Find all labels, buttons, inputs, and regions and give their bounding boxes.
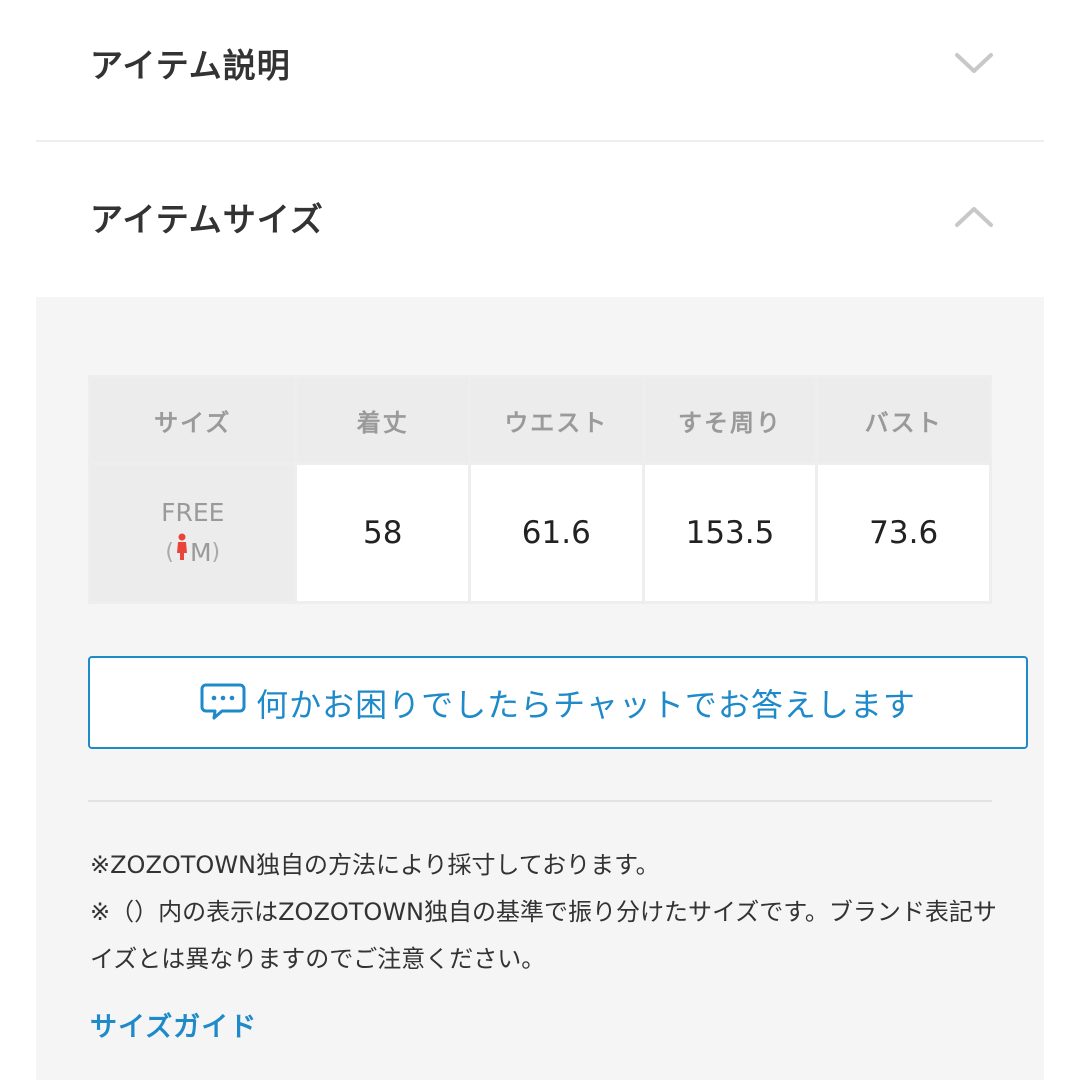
length-value: 58 bbox=[297, 465, 468, 601]
table-row: FREE ( M ) 58 61.6 153.5 73.6 bbox=[91, 465, 989, 601]
size-cell: FREE ( M ) bbox=[91, 465, 295, 601]
size-table-header: バスト bbox=[818, 378, 989, 462]
size-table-header: 着丈 bbox=[297, 378, 468, 462]
size-name: FREE bbox=[161, 498, 225, 527]
measurement-notes: ※ZOZOTOWN独自の方法により採寸しております。 ※（）内の表示はZOZOT… bbox=[90, 842, 1010, 983]
paren-close: ) bbox=[211, 540, 221, 565]
size-equivalent: ( M ) bbox=[91, 533, 294, 573]
hem-circumference-value: 153.5 bbox=[644, 465, 816, 601]
waist-value: 61.6 bbox=[471, 465, 642, 601]
female-person-icon bbox=[175, 533, 189, 573]
bust-value: 73.6 bbox=[818, 465, 989, 601]
chat-support-label: 何かお困りでしたらチャットでお答えします bbox=[256, 685, 916, 724]
size-table-header: サイズ bbox=[91, 378, 295, 462]
size-guide-link[interactable]: サイズガイド bbox=[90, 1005, 257, 1044]
size-equivalent-label: M bbox=[189, 538, 212, 567]
item-size-accordion-header[interactable]: アイテムサイズ bbox=[36, 184, 1044, 250]
chevron-down-icon[interactable] bbox=[952, 41, 996, 85]
note-line: ※ZOZOTOWN独自の方法により採寸しております。 bbox=[90, 851, 660, 879]
size-table-header: ウエスト bbox=[471, 378, 642, 462]
panel-divider bbox=[88, 800, 992, 802]
paren-open: ( bbox=[165, 540, 174, 565]
chat-bubble-icon bbox=[200, 682, 246, 724]
item-size-panel: サイズ 着丈 ウエスト すそ周り バスト FREE (M) 58 61.6 … bbox=[36, 297, 1044, 1080]
size-table-header: すそ周り bbox=[644, 378, 816, 462]
section-divider bbox=[36, 140, 1044, 142]
item-description-title: アイテム説明 bbox=[90, 46, 291, 85]
item-size-title: アイテムサイズ bbox=[90, 200, 324, 239]
chevron-up-icon[interactable] bbox=[952, 195, 996, 239]
note-line: ※（）内の表示はZOZOTOWN独自の基準で振り分けたサイズです。ブランド表記サ… bbox=[90, 898, 997, 973]
size-table-header-row: サイズ 着丈 ウエスト すそ周り バスト bbox=[91, 378, 989, 462]
size-table: サイズ 着丈 ウエスト すそ周り バスト FREE (M) 58 61.6 … bbox=[88, 375, 992, 604]
item-description-accordion-header[interactable]: アイテム説明 bbox=[36, 30, 1044, 96]
chat-support-button[interactable]: 何かお困りでしたらチャットでお答えします bbox=[88, 656, 1028, 749]
